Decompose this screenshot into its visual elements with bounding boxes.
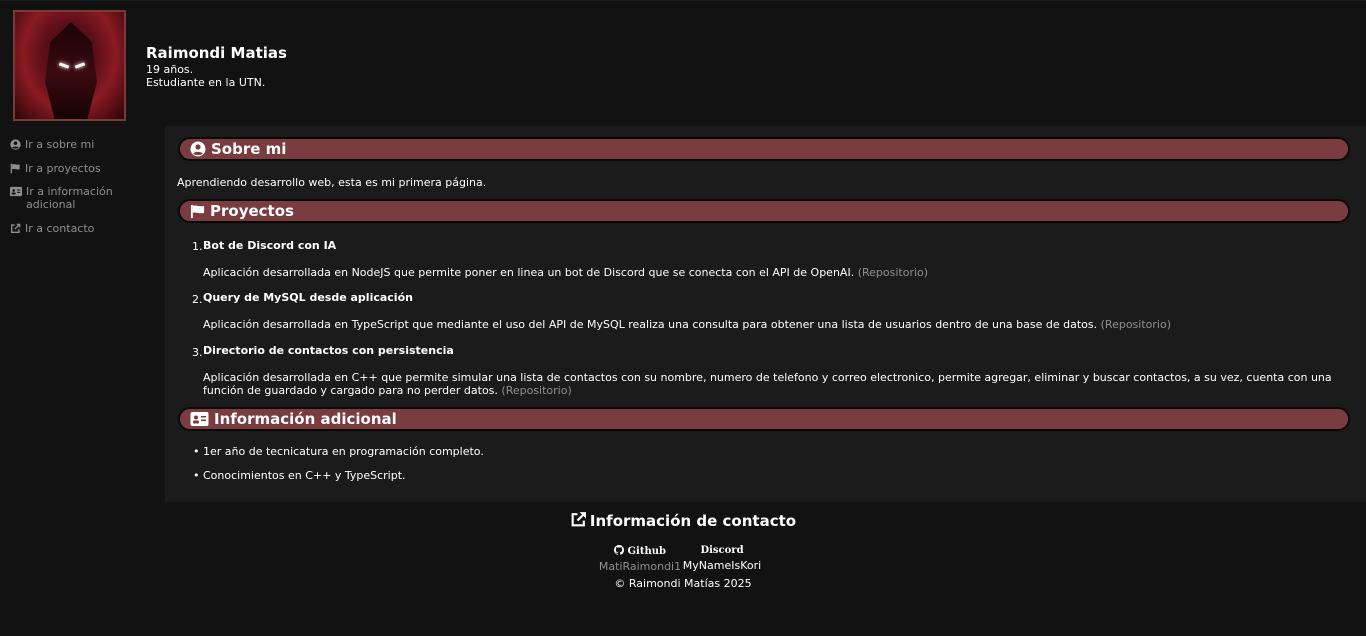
additional-item: Conocimientos en C++ y TypeScript. — [203, 469, 406, 482]
repository-link[interactable]: (Repositorio) — [1101, 318, 1171, 331]
section-header-projects: Proyectos — [178, 199, 1350, 223]
sidebar: Ir a sobre mi Ir a proyectos Ir a inform… — [0, 126, 165, 502]
additional-item: 1er año de tecnicatura en programación c… — [203, 445, 484, 458]
project-title: Query de MySQL desde aplicación — [203, 291, 413, 304]
repository-link[interactable]: (Repositorio) — [858, 266, 928, 279]
project-number: 2. — [192, 293, 203, 306]
flag-icon — [10, 163, 20, 174]
project-number: 3. — [192, 346, 203, 359]
profile-header: Raimondi Matias 19 años. Estudiante en l… — [0, 0, 1366, 126]
user-circle-icon — [190, 141, 206, 157]
section-header-about: Sobre mi — [178, 137, 1350, 161]
sidebar-item-label: Ir a información adicional — [26, 185, 113, 211]
project-title: Bot de Discord con IA — [203, 239, 337, 252]
discord-column: Discord MyNameIsKori — [682, 545, 762, 572]
id-card-icon — [10, 186, 22, 197]
profile-age: 19 años. — [146, 63, 194, 76]
github-icon — [614, 545, 625, 555]
external-link-icon — [571, 512, 586, 527]
contact-footer: Información de contacto Github MatiRaimo… — [0, 502, 1366, 636]
sidebar-item-projects[interactable]: Ir a proyectos — [10, 162, 140, 175]
sidebar-item-about[interactable]: Ir a sobre mi — [10, 138, 140, 151]
section-title: Proyectos — [210, 202, 294, 220]
repository-link[interactable]: (Repositorio) — [501, 384, 571, 397]
project-description: Aplicación desarrollada en C++ que permi… — [203, 371, 1332, 397]
main-content: Sobre mi Aprendiendo desarrollo web, est… — [165, 126, 1366, 502]
sidebar-item-contact[interactable]: Ir a contacto — [10, 222, 140, 235]
section-header-additional: Información adicional — [178, 407, 1350, 431]
sidebar-item-label: Ir a proyectos — [25, 162, 101, 175]
bullet-marker: • — [193, 445, 200, 458]
project-title: Directorio de contactos con persistencia — [203, 344, 454, 357]
project-description: Aplicación desarrollada en NodeJS que pe… — [203, 266, 929, 279]
flag-icon — [190, 204, 205, 218]
bullet-marker: • — [193, 469, 200, 482]
discord-username: MyNameIsKori — [682, 559, 762, 572]
avatar — [13, 10, 126, 121]
section-title: Información adicional — [214, 410, 397, 428]
sidebar-item-label: Ir a contacto — [25, 222, 95, 235]
sidebar-item-additional[interactable]: Ir a información adicional — [10, 185, 140, 211]
id-card-icon — [190, 412, 209, 426]
user-circle-icon — [10, 139, 21, 150]
profile-name: Raimondi Matias — [146, 44, 287, 62]
discord-header: Discord — [700, 545, 744, 556]
external-link-icon — [11, 223, 21, 233]
project-number: 1. — [192, 240, 203, 253]
sidebar-item-label: Ir a sobre mi — [25, 138, 95, 151]
about-text: Aprendiendo desarrollo web, esta es mi p… — [177, 176, 487, 189]
github-column: Github MatiRaimondi1 — [598, 545, 682, 573]
profile-description: Estudiante en la UTN. — [146, 76, 266, 89]
contact-title: Información de contacto — [0, 511, 1366, 530]
copyright: © Raimondi Matías 2025 — [614, 577, 752, 590]
section-title: Sobre mi — [211, 140, 287, 158]
project-description: Aplicación desarrollada en TypeScript qu… — [203, 318, 1171, 331]
github-header: Github — [598, 545, 682, 557]
github-link[interactable]: MatiRaimondi1 — [598, 560, 682, 573]
